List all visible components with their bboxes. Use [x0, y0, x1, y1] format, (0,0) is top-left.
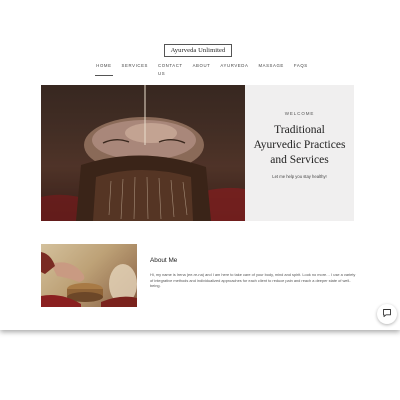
nav-item-about[interactable]: ABOUT	[188, 62, 216, 74]
hero-subtitle: Let me help you stay healthy!	[272, 174, 327, 179]
hero-title: Traditional Ayurvedic Practices and Serv…	[253, 124, 346, 166]
about-image-massage	[41, 244, 137, 307]
hero-panel: WELCOME Traditional Ayurvedic Practices …	[245, 85, 354, 221]
hero-image-shirodhara	[41, 85, 245, 221]
nav-item-contact-us[interactable]: CONTACT US	[153, 62, 188, 76]
nav-item-faqs[interactable]: FAQS	[289, 62, 313, 74]
site-logo-text: Ayurveda Unlimited	[170, 47, 226, 54]
hero-welcome: WELCOME	[284, 111, 315, 116]
nav-item-services[interactable]: SERVICES	[117, 62, 153, 74]
nav-item-ayurveda[interactable]: AYURVEDA	[215, 62, 253, 74]
main-nav: HOME SERVICES CONTACT US ABOUT AYURVEDA …	[91, 62, 313, 76]
about-text: Hi, my name is Irena (ee-re-na) and I am…	[150, 272, 356, 289]
site-logo[interactable]: Ayurveda Unlimited	[164, 44, 232, 57]
about-title: About Me	[150, 257, 178, 264]
chat-bubble-icon	[382, 305, 392, 323]
nav-item-massage[interactable]: MASSAGE	[253, 62, 288, 74]
nav-item-home[interactable]: HOME	[91, 62, 116, 75]
page: Ayurveda Unlimited HOME SERVICES CONTACT…	[0, 0, 400, 330]
chat-button[interactable]	[377, 304, 397, 324]
